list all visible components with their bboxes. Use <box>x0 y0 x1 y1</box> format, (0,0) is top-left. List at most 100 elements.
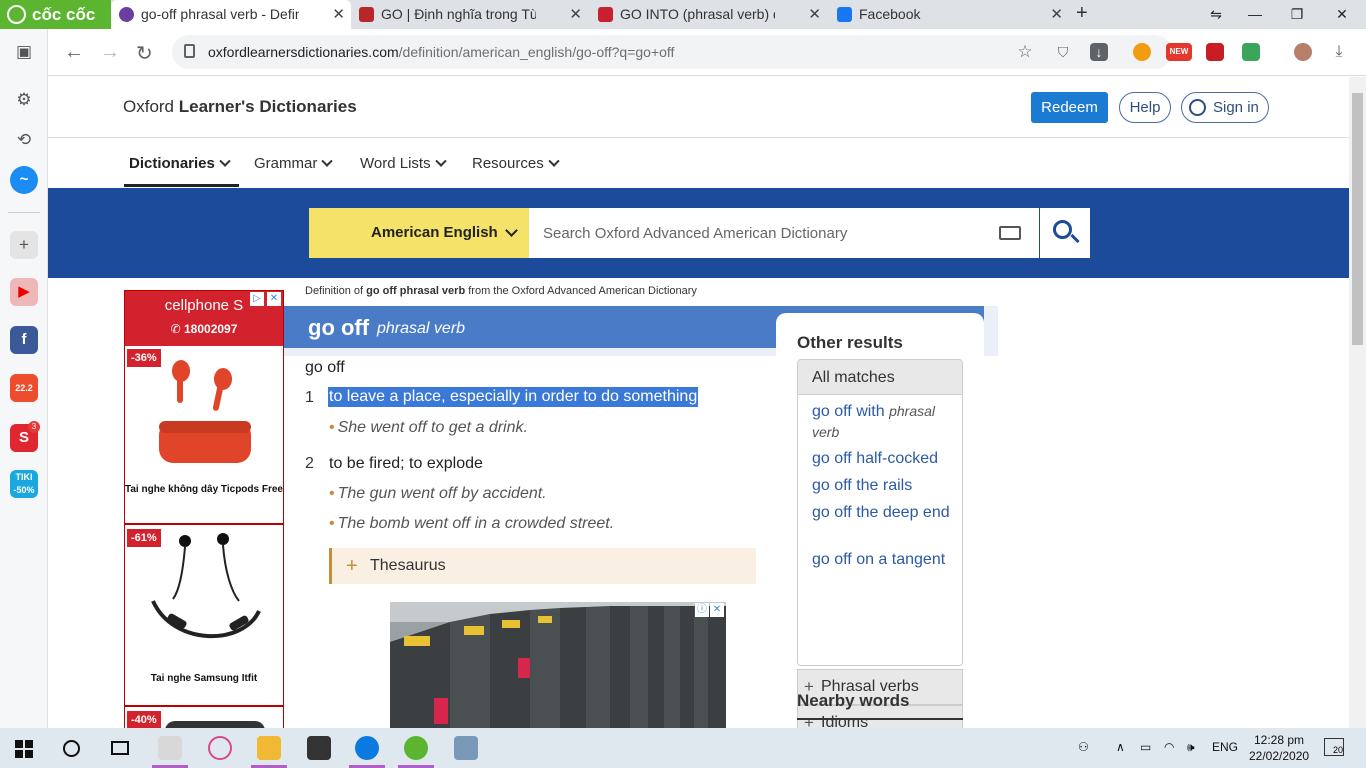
tiki-icon[interactable]: TIKI -50% <box>10 470 38 498</box>
coccoc-browser-icon[interactable] <box>404 736 428 760</box>
coccoc-menu-button[interactable]: cốc cốc <box>0 0 111 29</box>
all-matches-header[interactable]: All matches <box>798 360 962 395</box>
add-sidebar-app-icon[interactable]: + <box>10 231 38 259</box>
ad-banner[interactable]: cellphone S ✆ 18002097 ▷ ✕ -36% Tai nghe… <box>124 290 284 728</box>
entry-header-edge <box>984 306 998 356</box>
match-link[interactable]: go off on a tangent <box>812 550 957 570</box>
site-title-bold: Learner's Dictionaries <box>178 97 357 116</box>
action-center-icon[interactable]: 20 <box>1324 738 1344 756</box>
sticky-app-icon[interactable] <box>307 736 331 760</box>
extension-new-icon[interactable]: NEW <box>1166 43 1192 61</box>
keyboard-icon[interactable] <box>999 226 1021 240</box>
close-window-button[interactable]: ✕ <box>1320 0 1364 29</box>
cortana-search-icon[interactable] <box>63 740 80 757</box>
extension-red-icon[interactable] <box>1206 43 1224 61</box>
photo-ad[interactable]: ⓘ ✕ <box>390 602 726 728</box>
paint-app-icon[interactable] <box>208 736 232 760</box>
extension-coccoc-icon[interactable] <box>1133 43 1151 61</box>
shield-icon[interactable]: ⛉ <box>1054 43 1072 61</box>
shopee-icon[interactable]: 22.2 <box>10 374 38 402</box>
file-explorer-icon[interactable] <box>257 736 281 760</box>
ad-product-card[interactable]: -36% Tai nghe không dây Ticpods Free <box>125 347 283 525</box>
sense-definition[interactable]: to leave a place, especially in order to… <box>328 387 699 407</box>
menu-grammar[interactable]: Grammar <box>254 155 334 172</box>
messenger-icon[interactable]: ~ <box>10 166 38 194</box>
extension-color-icon[interactable] <box>1242 43 1260 61</box>
bookmark-star-icon[interactable]: ☆ <box>1016 43 1034 61</box>
close-tab-icon[interactable]: ✕ <box>332 0 345 29</box>
facebook-icon[interactable]: f <box>10 326 38 354</box>
photos-app-icon[interactable] <box>158 736 182 760</box>
profile-avatar[interactable] <box>1294 43 1312 61</box>
wifi-icon[interactable]: ◠ <box>1164 740 1174 754</box>
restore-button[interactable]: ❐ <box>1275 0 1319 29</box>
downloads-icon[interactable]: ⤓ <box>1330 43 1348 61</box>
zalo-icon[interactable] <box>355 736 379 760</box>
menu-dictionaries[interactable]: Dictionaries <box>129 155 231 172</box>
input-language[interactable]: ENG <box>1212 740 1238 754</box>
example-sentence: • She went off to get a drink. <box>329 419 528 437</box>
people-icon[interactable]: ⚇ <box>1078 740 1089 754</box>
ad-product-card[interactable]: -40% <box>125 709 283 728</box>
tab-cambridge[interactable]: GO | Định nghĩa trong Từ điển ✕ <box>351 0 588 29</box>
clock-date: 22/02/2020 <box>1249 749 1310 763</box>
tab-search-icon[interactable]: ⇋ <box>1194 0 1238 29</box>
download-icon[interactable]: ↓ <box>1090 43 1108 61</box>
system-clock[interactable]: 12:28 pm 22/02/2020 <box>1249 732 1309 764</box>
tiki-discount: -50% <box>13 485 35 495</box>
menu-word-lists[interactable]: Word Lists <box>360 155 447 172</box>
snipping-tool-icon[interactable] <box>454 736 478 760</box>
page-scrollbar[interactable] <box>1349 77 1366 728</box>
notification-count-badge: 3 <box>28 421 40 433</box>
clock-time: 12:28 pm <box>1254 733 1305 747</box>
forward-button[interactable]: → <box>100 41 120 64</box>
entry-header-shadow <box>284 348 824 356</box>
new-tab-button[interactable]: + <box>1076 2 1088 25</box>
search-icon <box>1053 220 1072 239</box>
match-link[interactable]: go off the deep end <box>812 503 957 523</box>
menu-resources[interactable]: Resources <box>472 155 560 172</box>
neckband-earphones-image <box>151 533 261 639</box>
adchoices-icon[interactable]: ▷ <box>250 292 264 306</box>
youtube-icon[interactable]: ▶ <box>10 278 38 306</box>
close-tab-icon[interactable]: ✕ <box>1050 0 1063 29</box>
match-link[interactable]: go off half-cocked <box>812 449 957 469</box>
close-tab-icon[interactable]: ✕ <box>569 0 582 29</box>
close-tab-icon[interactable]: ✕ <box>808 0 821 29</box>
sidebar-panel-icon[interactable]: ▣ <box>10 38 38 66</box>
crumb-post: from the Oxford Advanced American Dictio… <box>465 285 697 297</box>
dictionary-select[interactable]: American English <box>309 208 529 258</box>
help-button[interactable]: Help <box>1119 92 1171 123</box>
search-input[interactable] <box>529 208 989 258</box>
windows-start-icon[interactable] <box>15 740 33 758</box>
tray-chevron-up-icon[interactable]: ∧ <box>1116 740 1125 754</box>
minimize-button[interactable]: — <box>1233 0 1277 29</box>
task-view-icon[interactable] <box>111 741 129 755</box>
example-sentence: • The bomb went off in a crowded street. <box>329 515 614 533</box>
scrollbar-thumb[interactable] <box>1352 93 1363 345</box>
site-logo[interactable]: Oxford Learner's Dictionaries <box>123 97 357 117</box>
url-host: oxfordlearnersdictionaries.com <box>208 44 399 60</box>
reload-button[interactable]: ↻ <box>136 41 153 66</box>
match-link[interactable]: go off with phrasal verb <box>812 401 957 443</box>
match-link[interactable]: go off the rails <box>812 476 957 496</box>
ad-product-card[interactable]: -61% Tai nghe Samsung Itfit <box>125 527 283 707</box>
search-button[interactable] <box>1040 208 1090 258</box>
tab-go-off[interactable]: go-off phrasal verb - Definitio ✕ <box>111 0 351 29</box>
back-button[interactable]: ← <box>64 41 84 64</box>
adchoices-icon[interactable]: ⓘ <box>695 603 709 617</box>
tab-go-into[interactable]: GO INTO (phrasal verb) defini ✕ <box>590 0 827 29</box>
ad-close-icon[interactable]: ✕ <box>710 603 724 617</box>
battery-icon[interactable]: ▭ <box>1140 740 1151 754</box>
sign-in-button[interactable]: Sign in <box>1181 92 1269 123</box>
tab-title: GO | Định nghĩa trong Từ điển <box>381 6 536 22</box>
example-text: The bomb went off in a crowded street. <box>337 515 615 532</box>
example-text: The gun went off by accident. <box>337 485 547 502</box>
redeem-button[interactable]: Redeem <box>1031 92 1108 123</box>
tab-facebook[interactable]: Facebook ✕ <box>829 0 1069 29</box>
volume-icon[interactable]: 🕪 <box>1187 740 1195 755</box>
ad-close-icon[interactable]: ✕ <box>267 292 281 306</box>
history-icon[interactable]: ⟲ <box>10 126 38 154</box>
thesaurus-toggle[interactable]: + Thesaurus <box>329 548 756 584</box>
settings-gear-icon[interactable]: ⚙ <box>10 86 38 114</box>
